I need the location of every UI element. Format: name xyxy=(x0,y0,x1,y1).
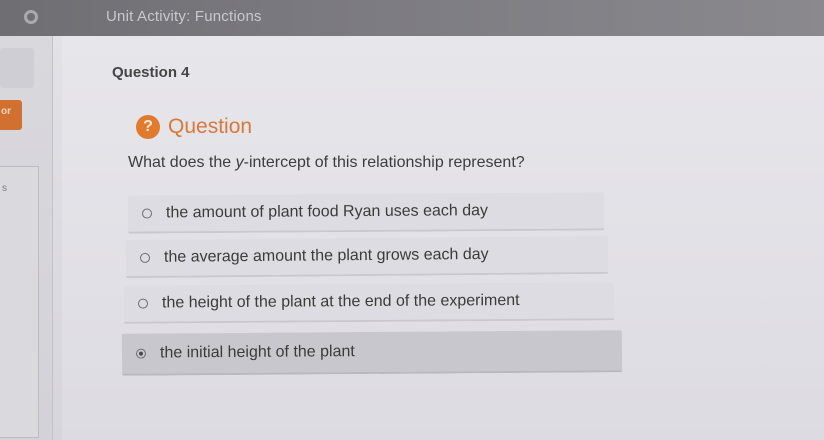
sidebar-top-button[interactable] xyxy=(0,48,34,88)
radio-button[interactable] xyxy=(141,208,153,219)
activity-title: Unit Activity: Functions xyxy=(106,8,262,25)
question-number: Question 4 xyxy=(112,64,190,81)
question-section-header: ? Question xyxy=(136,114,252,140)
circle-logo-icon[interactable] xyxy=(24,10,38,24)
radio-button[interactable] xyxy=(139,252,151,263)
question-prompt: What does the y-intercept of this relati… xyxy=(128,154,525,171)
answer-option[interactable]: the amount of plant food Ryan uses each … xyxy=(127,192,605,234)
sidebar-active-tab[interactable]: or xyxy=(0,100,22,130)
answer-option-label: the average amount the plant grows each … xyxy=(163,245,489,266)
sidebar-card-label: s xyxy=(2,183,7,194)
sidebar-card[interactable]: s xyxy=(0,166,39,438)
answer-option-label: the amount of plant food Ryan uses each … xyxy=(165,202,489,222)
question-mark-icon[interactable]: ? xyxy=(136,115,160,139)
left-sidebar: or s xyxy=(0,36,53,440)
question-section-label: Question xyxy=(168,115,253,138)
answer-option-label: the initial height of the plant xyxy=(159,343,355,362)
answer-option[interactable]: the height of the plant at the end of th… xyxy=(123,282,615,324)
radio-button-selected[interactable] xyxy=(135,348,147,359)
answer-option-selected[interactable]: the initial height of the plant xyxy=(121,330,623,376)
answer-option[interactable]: the average amount the plant grows each … xyxy=(125,235,609,279)
top-header-bar: Unit Activity: Functions xyxy=(0,0,824,36)
sidebar-tab-label: or xyxy=(1,106,11,117)
answer-option-label: the height of the plant at the end of th… xyxy=(161,291,520,312)
radio-button[interactable] xyxy=(137,298,149,309)
